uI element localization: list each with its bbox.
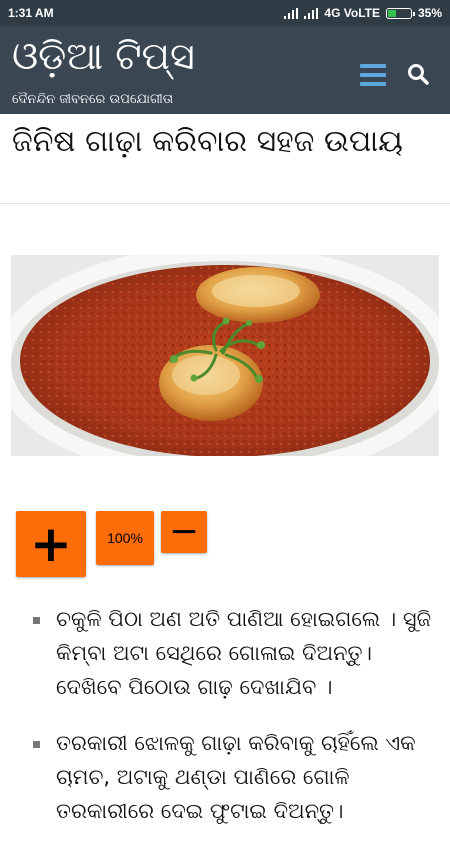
site-title[interactable]: ଓଡ଼ିଆ ଟିପ୍ସ: [12, 30, 195, 82]
zoom-out-button[interactable]: −: [161, 511, 207, 553]
title-divider: [0, 203, 450, 204]
bullet-icon: [33, 617, 40, 624]
battery-icon: [385, 7, 415, 19]
battery-fill: [387, 9, 397, 17]
status-bar: 1:31 AM 4G VoLTE 35%: [0, 0, 450, 26]
hamburger-menu-icon[interactable]: [360, 64, 386, 86]
site-subtitle: ଦୈନନ୍ଦିନ ଜୀବନରେ ଉପଯୋଗୀତା: [12, 92, 174, 107]
list-item: ତରକାରୀ ଝୋଳକୁ ଗାଢ଼ା କରିବାକୁ ଚାହିଁଲେ ଏକ ଚା…: [30, 726, 440, 828]
network-label: 4G VoLTE: [324, 6, 380, 20]
zoom-level-button[interactable]: 100%: [96, 511, 154, 565]
tip-text: ଚକୁଳି ପିଠା ଅଣ ଅତି ପାଣିଆ ହୋଇଗଲେ । ସୁଜି କି…: [56, 607, 432, 699]
bullet-icon: [33, 741, 40, 748]
status-icons: 4G VoLTE 35%: [284, 6, 442, 20]
signal-icon-2: [304, 7, 319, 19]
post-title: ଜିନିଷ ଗାଢ଼ା କରିବାର ସହଜ ଉପାୟ: [12, 124, 403, 159]
app-header: ଓଡ଼ିଆ ଟିପ୍ସ ଦୈନନ୍ଦିନ ଜୀବନରେ ଉପଯୋଗୀତା: [0, 26, 450, 114]
search-icon[interactable]: [406, 62, 430, 86]
list-item: ଚକୁଳି ପିଠା ଅଣ ଅତି ପାଣିଆ ହୋଇଗଲେ । ସୁଜି କି…: [30, 602, 440, 704]
tips-list: ଚକୁଳି ପିଠା ଅଣ ଅତି ପାଣିଆ ହୋଇଗଲେ । ସୁଜି କି…: [30, 602, 440, 850]
curry-with-eggs-photo: [11, 255, 439, 456]
tip-text: ତରକାରୀ ଝୋଳକୁ ଗାଢ଼ା କରିବାକୁ ଚାହିଁଲେ ଏକ ଚା…: [56, 731, 416, 823]
signal-icon: [284, 7, 299, 19]
status-time: 1:31 AM: [8, 6, 54, 20]
zoom-in-button[interactable]: +: [16, 511, 86, 577]
battery-percent: 35%: [417, 6, 442, 20]
